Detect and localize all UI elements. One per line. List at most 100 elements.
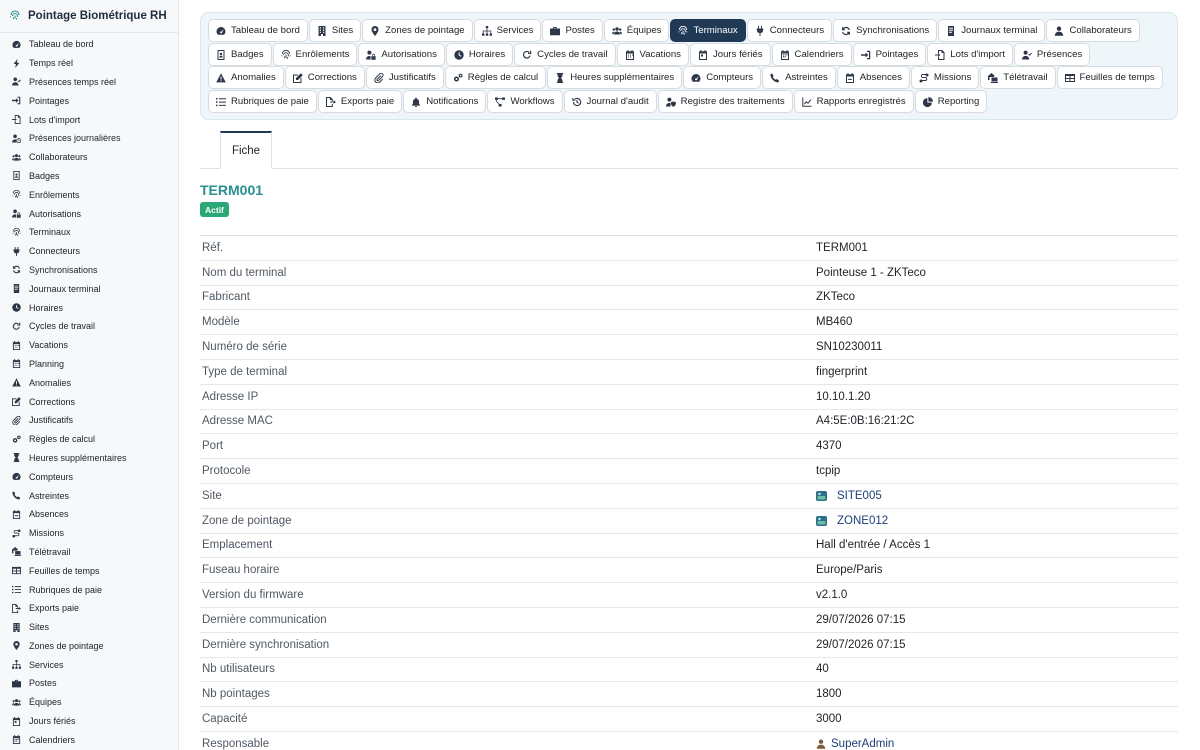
nav-notifications-button[interactable]: Notifications bbox=[403, 90, 487, 113]
field-link[interactable]: SITE005 bbox=[816, 490, 882, 502]
nav-sites-button[interactable]: Sites bbox=[308, 19, 362, 42]
sidebar-item-cycles-de-travail[interactable]: Cycles de travail bbox=[0, 317, 178, 336]
sidebar-item-exports-paie[interactable]: Exports paie bbox=[0, 599, 178, 618]
sidebar-item-terminaux[interactable]: Terminaux bbox=[0, 223, 178, 242]
nav-cycles-de-travail-button[interactable]: Cycles de travail bbox=[514, 43, 616, 66]
sidebar-item-tableau-de-bord[interactable]: Tableau de bord bbox=[0, 35, 178, 54]
nav-jours-feries-button[interactable]: Jours fériés bbox=[689, 43, 771, 66]
nav-vacations-button[interactable]: Vacations bbox=[616, 43, 689, 66]
sidebar-item-presences-temps-reel[interactable]: Présences temps réel bbox=[0, 73, 178, 92]
nav-absences-button[interactable]: Absences bbox=[836, 66, 910, 89]
nav-horaires-button[interactable]: Horaires bbox=[445, 43, 514, 66]
nav-terminaux-button[interactable]: Terminaux bbox=[670, 19, 746, 42]
nav-registre-des-traitements-button[interactable]: Registre des traitements bbox=[657, 90, 793, 113]
bolt-icon bbox=[12, 58, 21, 68]
nav-connecteurs-button[interactable]: Connecteurs bbox=[746, 19, 833, 42]
nav-button-label: Calendriers bbox=[794, 49, 844, 60]
sidebar-item-anomalies[interactable]: Anomalies bbox=[0, 373, 178, 392]
sidebar-item-services[interactable]: Services bbox=[0, 655, 178, 674]
sidebar-item-compteurs[interactable]: Compteurs bbox=[0, 467, 178, 486]
field-link[interactable]: ZONE012 bbox=[816, 515, 888, 527]
nav-button-label: Vacations bbox=[639, 49, 681, 60]
field-link[interactable]: SuperAdmin bbox=[816, 738, 894, 750]
nav-justificatifs-button[interactable]: Justificatifs bbox=[365, 66, 444, 89]
nav-missions-button[interactable]: Missions bbox=[910, 66, 980, 89]
sidebar-item-jours-feries[interactable]: Jours fériés bbox=[0, 712, 178, 731]
sidebar-item-presences-journalieres[interactable]: Présences journalières bbox=[0, 129, 178, 148]
nav-button-label: Tableau de bord bbox=[231, 25, 300, 36]
nav-services-button[interactable]: Services bbox=[473, 19, 542, 42]
sidebar-item-heures-supplementaires[interactable]: Heures supplémentaires bbox=[0, 449, 178, 468]
sidebar-item-label: Corrections bbox=[29, 396, 76, 407]
nav-corrections-button[interactable]: Corrections bbox=[284, 66, 365, 89]
nav-postes-button[interactable]: Postes bbox=[542, 19, 603, 42]
nav-regles-de-calcul-button[interactable]: Règles de calcul bbox=[444, 66, 547, 89]
sidebar-item-zones-de-pointage[interactable]: Zones de pointage bbox=[0, 637, 178, 656]
sidebar-item-label: Cycles de travail bbox=[29, 321, 96, 332]
calendar-icon bbox=[12, 359, 21, 369]
sidebar-item-astreintes[interactable]: Astreintes bbox=[0, 486, 178, 505]
nav-synchronisations-button[interactable]: Synchronisations bbox=[833, 19, 938, 42]
nav-button-label: Badges bbox=[231, 49, 264, 60]
sidebar-item-label: Missions bbox=[29, 528, 65, 539]
sidebar-item-planning[interactable]: Planning bbox=[0, 355, 178, 374]
nav-enrolements-button[interactable]: Enrôlements bbox=[272, 43, 358, 66]
nav-compteurs-button[interactable]: Compteurs bbox=[683, 66, 762, 89]
nav-calendriers-button[interactable]: Calendriers bbox=[771, 43, 852, 66]
nav-anomalies-button[interactable]: Anomalies bbox=[208, 66, 284, 89]
nav-presences-button[interactable]: Présences bbox=[1013, 43, 1091, 66]
detail-row-protocole: Protocole tcpip bbox=[200, 459, 1178, 484]
nav-autorisations-button[interactable]: Autorisations bbox=[358, 43, 445, 66]
chart-line-icon bbox=[801, 97, 812, 107]
tab-fiche[interactable]: Fiche bbox=[220, 131, 272, 169]
sidebar-item-label: Télétravail bbox=[29, 546, 71, 557]
sidebar-item-synchronisations[interactable]: Synchronisations bbox=[0, 261, 178, 280]
nav-lots-d-import-button[interactable]: Lots d'import bbox=[927, 43, 1013, 66]
sidebar-item-connecteurs[interactable]: Connecteurs bbox=[0, 242, 178, 261]
sidebar-item-collaborateurs[interactable]: Collaborateurs bbox=[0, 148, 178, 167]
sidebar-item-absences[interactable]: Absences bbox=[0, 505, 178, 524]
nav-rapports-enregistres-button[interactable]: Rapports enregistrés bbox=[793, 90, 914, 113]
sidebar-item-lots-d-import[interactable]: Lots d'import bbox=[0, 110, 178, 129]
nav-exports-paie-button[interactable]: Exports paie bbox=[317, 90, 403, 113]
sidebar-item-rubriques-de-paie[interactable]: Rubriques de paie bbox=[0, 580, 178, 599]
sidebar-item-feuilles-de-temps[interactable]: Feuilles de temps bbox=[0, 561, 178, 580]
nav-tableau-de-bord-button[interactable]: Tableau de bord bbox=[208, 19, 308, 42]
nav-zones-de-pointage-button[interactable]: Zones de pointage bbox=[362, 19, 473, 42]
nav-heures-supplementaires-button[interactable]: Heures supplémentaires bbox=[547, 66, 683, 89]
brand[interactable]: Pointage Biométrique RH bbox=[0, 0, 178, 33]
user-check-icon bbox=[1021, 50, 1032, 60]
sidebar-item-missions[interactable]: Missions bbox=[0, 524, 178, 543]
nav-equipes-button[interactable]: Équipes bbox=[603, 19, 670, 42]
nav-journal-d-audit-button[interactable]: Journal d'audit bbox=[563, 90, 657, 113]
sidebar-item-horaires[interactable]: Horaires bbox=[0, 298, 178, 317]
sidebar-item-autorisations[interactable]: Autorisations bbox=[0, 204, 178, 223]
nav-feuilles-de-temps-button[interactable]: Feuilles de temps bbox=[1056, 66, 1163, 89]
nav-badges-button[interactable]: Badges bbox=[208, 43, 272, 66]
nav-workflows-button[interactable]: Workflows bbox=[487, 90, 563, 113]
sidebar-item-justificatifs[interactable]: Justificatifs bbox=[0, 411, 178, 430]
sidebar-item-badges[interactable]: Badges bbox=[0, 167, 178, 186]
sidebar-item-corrections[interactable]: Corrections bbox=[0, 392, 178, 411]
sidebar-item-enrolements[interactable]: Enrôlements bbox=[0, 185, 178, 204]
sidebar-item-vacations[interactable]: Vacations bbox=[0, 336, 178, 355]
nav-astreintes-button[interactable]: Astreintes bbox=[762, 66, 836, 89]
field-label: Dernière communication bbox=[202, 613, 327, 626]
nav-rubriques-de-paie-button[interactable]: Rubriques de paie bbox=[208, 90, 317, 113]
sidebar-item-teletravail[interactable]: Télétravail bbox=[0, 543, 178, 562]
sidebar-item-pointages[interactable]: Pointages bbox=[0, 91, 178, 110]
nav-pointages-button[interactable]: Pointages bbox=[852, 43, 927, 66]
sidebar-item-postes[interactable]: Postes bbox=[0, 674, 178, 693]
nav-teletravail-button[interactable]: Télétravail bbox=[980, 66, 1056, 89]
nav-collaborateurs-button[interactable]: Collaborateurs bbox=[1046, 19, 1140, 42]
sidebar-item-equipes[interactable]: Équipes bbox=[0, 693, 178, 712]
field-value-text: fingerprint bbox=[816, 365, 868, 378]
nav-reporting-button[interactable]: Reporting bbox=[914, 90, 988, 113]
sidebar-item-regles-de-calcul[interactable]: Règles de calcul bbox=[0, 430, 178, 449]
sidebar-item-temps-reel[interactable]: Temps réel bbox=[0, 54, 178, 73]
sidebar-item-journaux-terminal[interactable]: Journaux terminal bbox=[0, 279, 178, 298]
sidebar-item-calendriers[interactable]: Calendriers bbox=[0, 730, 178, 749]
edit-icon bbox=[12, 397, 21, 407]
sidebar-item-sites[interactable]: Sites bbox=[0, 618, 178, 637]
nav-journaux-terminal-button[interactable]: Journaux terminal bbox=[938, 19, 1046, 42]
